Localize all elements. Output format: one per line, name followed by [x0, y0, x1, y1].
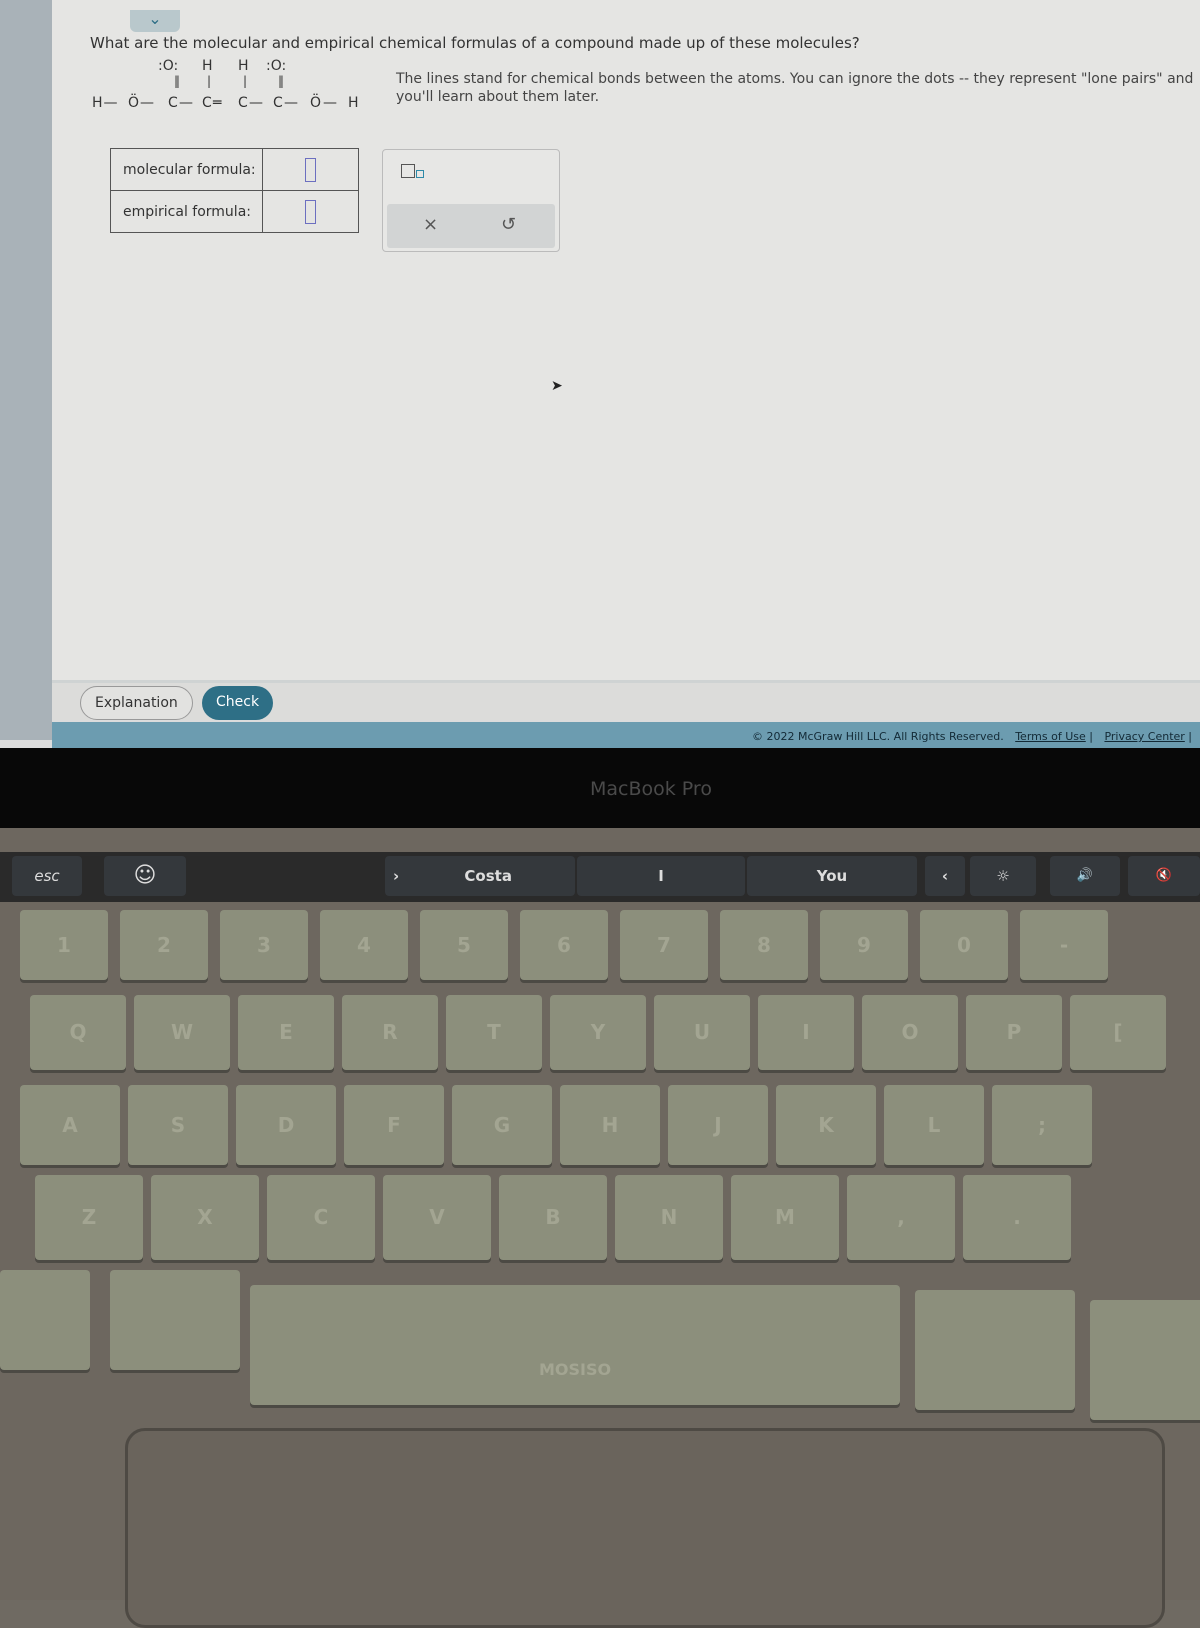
- empirical-formula-label: empirical formula:: [110, 190, 263, 233]
- hint-text: The lines stand for chemical bonds betwe…: [396, 71, 1194, 105]
- sidebar-strip: [0, 0, 52, 740]
- collapse-chevron-icon[interactable]: ⌄: [130, 10, 180, 32]
- key[interactable]: K: [776, 1085, 876, 1165]
- molecular-formula-label: molecular formula:: [110, 148, 263, 191]
- empirical-formula-input[interactable]: [305, 199, 316, 224]
- key[interactable]: D: [236, 1085, 336, 1165]
- key[interactable]: 1: [20, 910, 108, 980]
- esc-key[interactable]: esc: [12, 856, 82, 896]
- modifier-key[interactable]: [915, 1290, 1075, 1410]
- brightness-icon[interactable]: ☼: [970, 856, 1036, 896]
- mute-icon[interactable]: 🔇: [1128, 856, 1200, 896]
- suggestion[interactable]: Costa: [464, 867, 512, 885]
- volume-icon[interactable]: 🔊: [1050, 856, 1120, 896]
- key[interactable]: 3: [220, 910, 308, 980]
- modifier-key[interactable]: [0, 1270, 90, 1370]
- key[interactable]: E: [238, 995, 334, 1070]
- key[interactable]: [: [1070, 995, 1166, 1070]
- key[interactable]: I: [758, 995, 854, 1070]
- table-row: empirical formula:: [110, 190, 359, 233]
- key[interactable]: C: [267, 1175, 375, 1260]
- key[interactable]: ,: [847, 1175, 955, 1260]
- mouse-cursor-icon: ➤: [551, 378, 563, 394]
- collapse-icon[interactable]: ‹: [925, 856, 965, 896]
- key[interactable]: 4: [320, 910, 408, 980]
- key[interactable]: O: [862, 995, 958, 1070]
- key[interactable]: M: [731, 1175, 839, 1260]
- table-row: molecular formula:: [110, 148, 359, 191]
- key[interactable]: 0: [920, 910, 1008, 980]
- key[interactable]: 7: [620, 910, 708, 980]
- key[interactable]: J: [668, 1085, 768, 1165]
- formula-table: molecular formula: empirical formula:: [110, 148, 359, 233]
- trackpad[interactable]: [125, 1428, 1165, 1628]
- terms-link[interactable]: Terms of Use: [1015, 730, 1086, 743]
- key[interactable]: A: [20, 1085, 120, 1165]
- key[interactable]: X: [151, 1175, 259, 1260]
- expand-icon[interactable]: ›: [393, 867, 399, 885]
- key[interactable]: W: [134, 995, 230, 1070]
- undo-icon[interactable]: ↺: [501, 214, 516, 235]
- key[interactable]: U: [654, 995, 750, 1070]
- key[interactable]: R: [342, 995, 438, 1070]
- key[interactable]: 9: [820, 910, 908, 980]
- key[interactable]: H: [560, 1085, 660, 1165]
- key[interactable]: Y: [550, 995, 646, 1070]
- key[interactable]: L: [884, 1085, 984, 1165]
- key[interactable]: T: [446, 995, 542, 1070]
- subscript-box-icon[interactable]: [401, 164, 424, 181]
- suggestion[interactable]: You: [747, 856, 917, 896]
- suggestion[interactable]: I: [577, 856, 745, 896]
- key[interactable]: B: [499, 1175, 607, 1260]
- molecular-formula-input[interactable]: [305, 157, 316, 182]
- check-button[interactable]: Check: [202, 686, 274, 720]
- key[interactable]: V: [383, 1175, 491, 1260]
- screen: ⌄ What are the molecular and empirical c…: [0, 0, 1200, 752]
- modifier-key[interactable]: [1090, 1300, 1200, 1420]
- key[interactable]: N: [615, 1175, 723, 1260]
- key[interactable]: S: [128, 1085, 228, 1165]
- explanation-button[interactable]: Explanation: [80, 686, 193, 720]
- key[interactable]: P: [966, 995, 1062, 1070]
- key[interactable]: Q: [30, 995, 126, 1070]
- key[interactable]: -: [1020, 910, 1108, 980]
- key[interactable]: 6: [520, 910, 608, 980]
- key[interactable]: F: [344, 1085, 444, 1165]
- space-key[interactable]: MOSISO: [250, 1285, 900, 1405]
- key[interactable]: 8: [720, 910, 808, 980]
- emoji-icon[interactable]: ☺: [104, 856, 186, 896]
- formula-toolbox: × ↺: [382, 149, 560, 252]
- key[interactable]: ;: [992, 1085, 1092, 1165]
- clear-icon[interactable]: ×: [423, 214, 438, 235]
- copyright: © 2022 McGraw Hill LLC. All Rights Reser…: [752, 730, 1004, 743]
- key[interactable]: G: [452, 1085, 552, 1165]
- key[interactable]: 5: [420, 910, 508, 980]
- modifier-key[interactable]: [110, 1270, 240, 1370]
- brand-label: MacBook Pro: [590, 778, 712, 800]
- question-text: What are the molecular and empirical che…: [90, 34, 860, 52]
- key[interactable]: .: [963, 1175, 1071, 1260]
- key[interactable]: 2: [120, 910, 208, 980]
- privacy-link[interactable]: Privacy Center: [1104, 730, 1184, 743]
- key[interactable]: Z: [35, 1175, 143, 1260]
